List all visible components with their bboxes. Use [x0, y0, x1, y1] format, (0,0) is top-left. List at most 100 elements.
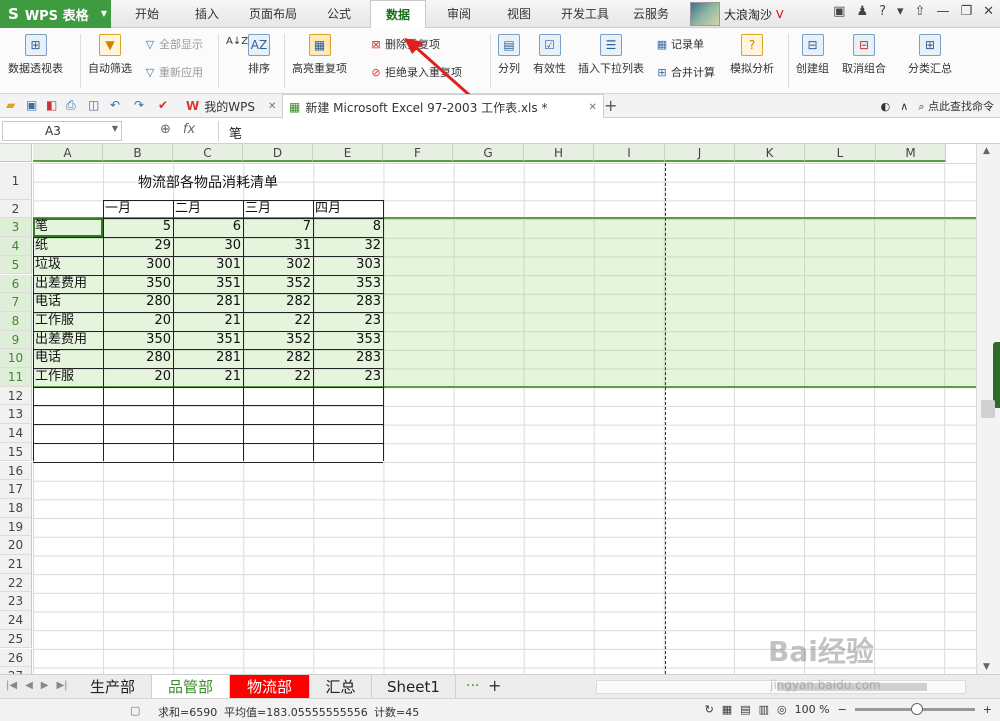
insert-dropdown-button[interactable]: ☰ 插入下拉列表: [578, 34, 644, 76]
sheet-tab-production[interactable]: 生产部: [74, 675, 152, 699]
value-cell[interactable]: 281: [173, 349, 243, 367]
value-cell[interactable]: 23: [313, 312, 383, 330]
value-cell[interactable]: 32: [313, 237, 383, 255]
shirt-icon[interactable]: ♟: [856, 4, 868, 19]
skin-switch-icon[interactable]: ◐: [881, 100, 891, 113]
remove-duplicates-button[interactable]: ⊠ 删除重复项: [370, 36, 440, 52]
item-name-cell[interactable]: 纸: [35, 237, 103, 255]
print-icon[interactable]: ⎙: [66, 98, 76, 113]
row-header[interactable]: 6: [0, 274, 32, 294]
zoom-level[interactable]: 100 %: [795, 703, 830, 716]
sheet-tab-logistics[interactable]: 物流部: [230, 675, 310, 699]
value-cell[interactable]: 282: [243, 349, 313, 367]
merge-calculation-button[interactable]: ⊞ 合并计算: [656, 64, 715, 80]
worksheet-grid[interactable]: ABCDEFGHIJKLM 1 2 3 4 5 6 7 8 9 10 11 12 13 14 15 16 17 1…: [0, 144, 976, 674]
month-header[interactable]: 四月: [315, 200, 383, 218]
app-menu-button[interactable]: S WPS 表格 ▼: [0, 0, 111, 28]
collapse-ribbon-icon[interactable]: ∧: [900, 100, 908, 113]
open-folder-icon[interactable]: ▰: [6, 98, 15, 112]
user-name[interactable]: 大浪淘沙: [724, 6, 772, 23]
reject-duplicates-button[interactable]: ⊘ 拒绝录入重复项: [370, 64, 462, 80]
column-header[interactable]: M: [876, 144, 946, 162]
column-header[interactable]: J: [665, 144, 735, 162]
item-name-cell[interactable]: 工作服: [35, 312, 103, 330]
customize-icon[interactable]: ✔: [158, 98, 168, 112]
row-header[interactable]: 3: [0, 218, 32, 238]
split-column-button[interactable]: ▤ 分列: [498, 34, 520, 76]
row-header[interactable]: 18: [0, 498, 32, 518]
value-cell[interactable]: 300: [103, 256, 173, 274]
month-header[interactable]: 一月: [105, 200, 173, 218]
zoom-slider[interactable]: [854, 703, 975, 715]
sheet-tab-summary[interactable]: 汇总: [310, 675, 372, 699]
value-cell[interactable]: 5: [103, 218, 173, 236]
column-header[interactable]: H: [524, 144, 594, 162]
row-header[interactable]: 14: [0, 424, 32, 443]
search-command[interactable]: ⌕ 点此查找命令: [918, 98, 994, 114]
column-header[interactable]: F: [383, 144, 453, 162]
export-pdf-icon[interactable]: ◧: [46, 98, 57, 112]
zoom-out-icon[interactable]: −: [838, 703, 847, 716]
vertical-scrollbar[interactable]: ▲ ▼: [976, 144, 1000, 674]
tab-my-wps[interactable]: W 我的WPS ✕: [180, 94, 282, 118]
tab-home[interactable]: 开始: [120, 0, 174, 28]
month-header[interactable]: 二月: [175, 200, 243, 218]
row-header[interactable]: 23: [0, 592, 32, 612]
value-cell[interactable]: 30: [173, 237, 243, 255]
value-cell[interactable]: 353: [313, 275, 383, 293]
subtotal-button[interactable]: ⊞ 分类汇总: [908, 34, 952, 76]
month-header[interactable]: 三月: [245, 200, 313, 218]
tab-formulas[interactable]: 公式: [312, 0, 366, 28]
tab-page-layout[interactable]: 页面布局: [240, 0, 306, 28]
select-all-corner[interactable]: [0, 144, 32, 162]
row-header[interactable]: 21: [0, 555, 32, 574]
create-group-button[interactable]: ⊟ 创建组: [796, 34, 829, 76]
row-header[interactable]: 7: [0, 293, 32, 312]
value-cell[interactable]: 351: [173, 275, 243, 293]
more-sheets-icon[interactable]: ···: [466, 678, 479, 694]
tab-insert[interactable]: 插入: [178, 0, 236, 28]
row-header[interactable]: 2: [0, 199, 32, 219]
row-header[interactable]: 22: [0, 573, 32, 593]
value-cell[interactable]: 280: [103, 293, 173, 311]
tab-workbook[interactable]: ▦ 新建 Microsoft Excel 97-2003 工作表.xls * ✕: [282, 94, 604, 119]
highlight-duplicates-button[interactable]: ▦ 高亮重复项: [292, 34, 347, 76]
close-icon[interactable]: ✕: [983, 4, 994, 19]
row-header[interactable]: 13: [0, 405, 32, 425]
undo-icon[interactable]: ↶: [110, 98, 120, 112]
next-sheet-icon[interactable]: ▶: [41, 680, 49, 691]
row-header[interactable]: 19: [0, 517, 32, 537]
value-cell[interactable]: 8: [313, 218, 383, 236]
save-icon[interactable]: ▣: [26, 98, 37, 112]
formula-input[interactable]: 笔: [218, 121, 996, 142]
row-header[interactable]: 10: [0, 349, 32, 368]
value-cell[interactable]: 22: [243, 312, 313, 330]
tab-cloud[interactable]: 云服务: [622, 0, 680, 28]
value-cell[interactable]: 29: [103, 237, 173, 255]
avatar[interactable]: [690, 2, 720, 26]
row-header[interactable]: 12: [0, 386, 32, 406]
value-cell[interactable]: 20: [103, 312, 173, 330]
value-cell[interactable]: 301: [173, 256, 243, 274]
user-area[interactable]: 大浪淘沙 V: [690, 2, 784, 26]
close-tab-icon[interactable]: ✕: [588, 102, 596, 113]
show-all-button[interactable]: ▽ 全部显示: [144, 36, 203, 52]
row-header[interactable]: 15: [0, 442, 32, 462]
value-cell[interactable]: 20: [103, 368, 173, 386]
value-cell[interactable]: 303: [313, 256, 383, 274]
tab-data[interactable]: 数据: [370, 0, 426, 29]
tab-review[interactable]: 审阅: [432, 0, 486, 28]
value-cell[interactable]: 21: [173, 312, 243, 330]
value-cell[interactable]: 302: [243, 256, 313, 274]
value-cell[interactable]: 283: [313, 293, 383, 311]
row-header[interactable]: 1: [0, 163, 32, 200]
help-icon[interactable]: ?: [879, 4, 886, 19]
pivot-table-button[interactable]: ⊞ 数据透视表: [8, 34, 63, 76]
row-header[interactable]: 17: [0, 480, 32, 499]
horizontal-scrollbar[interactable]: [596, 680, 966, 694]
row-header[interactable]: 8: [0, 311, 32, 331]
item-name-cell[interactable]: 电话: [35, 349, 103, 367]
sheet-tab-sheet1[interactable]: Sheet1: [372, 675, 456, 699]
upload-icon[interactable]: ⇧: [915, 4, 926, 19]
row-header[interactable]: 26: [0, 648, 32, 668]
